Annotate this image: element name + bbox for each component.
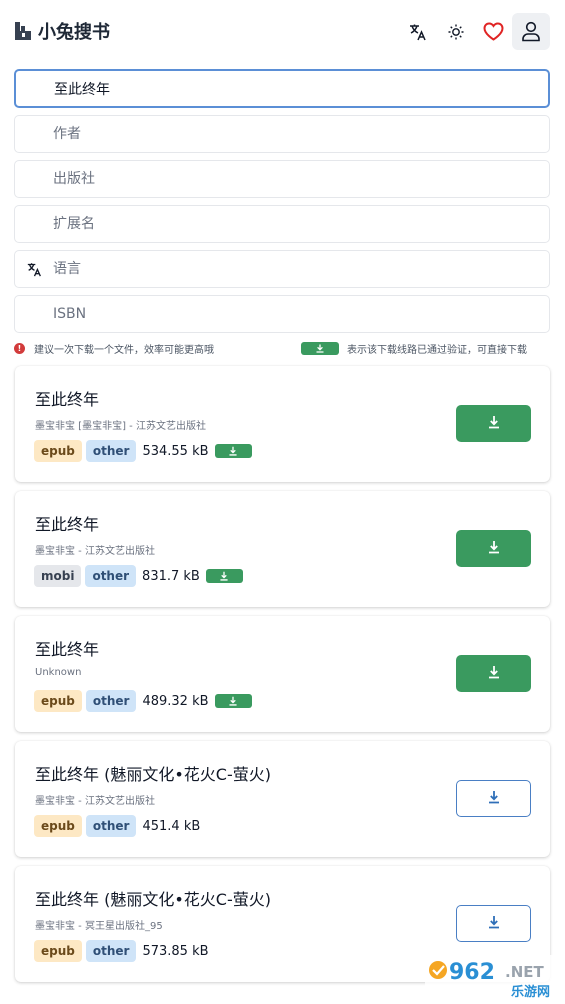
language-toggle-button[interactable] [399,13,437,50]
download-icon [487,539,501,558]
download-button[interactable] [456,530,531,567]
translate-icon [410,24,426,40]
download-icon [487,414,501,433]
extension-field[interactable] [14,205,550,243]
file-size: 489.32 kB [142,693,209,709]
result-meta: 墨宝非宝 - 江苏文艺出版社 [35,796,155,807]
app-title: 小兔搜书 [38,22,110,43]
download-icon [487,664,501,683]
watermark-suffix: .NET [505,963,544,981]
format-badge: epub [34,440,82,462]
result-tags: epub other 451.4 kB [34,815,206,837]
language-input[interactable] [53,251,539,287]
result-card[interactable]: 至此终年 (魅丽文化•花火C-萤火) 墨宝非宝 - 江苏文艺出版社 epub o… [15,741,550,857]
format-badge: epub [34,940,82,962]
title-search-field[interactable] [14,69,550,108]
publisher-field[interactable] [14,160,550,198]
format-badge: epub [34,815,82,837]
favorites-button[interactable] [474,13,512,50]
user-icon [522,21,540,42]
logo-icon [15,22,31,40]
user-account-button[interactable] [512,13,550,50]
title-input[interactable] [54,71,538,106]
isbn-field[interactable] [14,295,550,333]
theme-sun-icon [448,24,464,39]
warning-icon: ! [14,343,25,354]
result-tags: epub other 573.85 kB [34,940,215,962]
verified-legend: 表示该下载线路已通过验证，可直接下载 [301,341,527,356]
file-size: 831.7 kB [142,568,200,584]
category-badge: other [85,940,137,962]
category-badge: other [85,815,137,837]
download-icon [487,789,501,808]
translate-icon [27,263,41,277]
publisher-input[interactable] [53,161,539,197]
verified-legend-text: 表示该下载线路已通过验证，可直接下载 [347,345,527,356]
verified-download-icon [214,444,252,458]
watermark-site: 乐游网 [511,984,550,1000]
result-tags: epub other 489.32 kB [34,690,252,712]
app-header: 小兔搜书 [0,0,565,62]
result-card[interactable]: 至此终年 Unknown epub other 489.32 kB [15,616,550,732]
result-meta: 墨宝非宝 [墨宝非宝] - 江苏文艺出版社 [35,421,206,432]
result-title[interactable]: 至此终年 [35,511,99,535]
result-tags: epub other 534.55 kB [34,440,252,462]
author-input[interactable] [53,116,539,152]
result-title[interactable]: 至此终年 [35,636,99,660]
verified-download-icon [214,694,252,708]
verified-download-icon [301,342,339,355]
format-badge: epub [34,690,82,712]
result-meta: 墨宝非宝 - 江苏文艺出版社 [35,546,155,557]
hint-row: ! 建议一次下载一个文件，效率可能更高哦 表示该下载线路已通过验证，可直接下载 [14,341,554,357]
category-badge: other [85,690,137,712]
result-meta: 墨宝非宝 - 冥王星出版社_95 [35,921,163,932]
result-title[interactable]: 至此终年 (魅丽文化•花火C-萤火) [35,886,271,910]
theme-toggle-button[interactable] [437,13,475,50]
watermark-brand: 962 [449,960,495,985]
isbn-input[interactable] [53,296,539,332]
file-size: 534.55 kB [142,443,209,459]
category-badge: other [85,440,137,462]
download-tip: ! 建议一次下载一个文件，效率可能更高哦 [14,341,214,356]
result-title[interactable]: 至此终年 [35,386,99,410]
download-button[interactable] [456,655,531,692]
download-button[interactable] [456,780,531,817]
site-watermark: 962 .NET 乐游网 [425,955,565,1000]
result-title[interactable]: 至此终年 (魅丽文化•花火C-萤火) [35,761,271,785]
category-badge: other [85,565,137,587]
extension-input[interactable] [53,206,539,242]
heart-icon [482,22,504,41]
result-card[interactable]: 至此终年 墨宝非宝 - 江苏文艺出版社 mobi other 831.7 kB [15,491,550,607]
verified-download-icon [205,569,243,583]
download-tip-text: 建议一次下载一个文件，效率可能更高哦 [34,345,214,356]
language-field[interactable] [14,250,550,288]
download-button[interactable] [456,905,531,942]
format-badge: mobi [34,565,82,587]
author-field[interactable] [14,115,550,153]
result-tags: mobi other 831.7 kB [34,565,243,587]
result-card[interactable]: 至此终年 墨宝非宝 [墨宝非宝] - 江苏文艺出版社 epub other 53… [15,366,550,482]
file-size: 573.85 kB [142,943,209,959]
download-button[interactable] [456,405,531,442]
file-size: 451.4 kB [142,818,201,834]
result-meta: Unknown [35,667,82,678]
download-icon [487,914,501,933]
